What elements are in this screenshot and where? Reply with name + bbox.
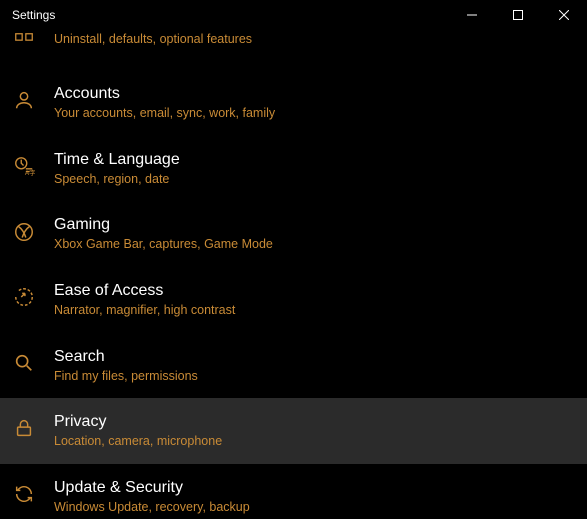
category-subtitle: Find my files, permissions	[54, 369, 198, 385]
window-controls	[449, 0, 587, 30]
xbox-icon	[13, 221, 35, 248]
category-subtitle: Xbox Game Bar, captures, Game Mode	[54, 237, 273, 253]
category-text: Search Find my files, permissions	[54, 347, 198, 385]
category-subtitle: Uninstall, defaults, optional features	[54, 32, 252, 48]
category-title: Ease of Access	[54, 281, 235, 301]
svg-text:A字: A字	[25, 168, 35, 177]
maximize-button[interactable]	[495, 0, 541, 30]
category-text: Update & Security Windows Update, recove…	[54, 478, 250, 516]
category-text: Time & Language Speech, region, date	[54, 150, 180, 188]
category-subtitle: Your accounts, email, sync, work, family	[54, 106, 275, 122]
category-subtitle: Speech, region, date	[54, 172, 180, 188]
category-accounts[interactable]: Accounts Your accounts, email, sync, wor…	[0, 70, 587, 136]
category-text: Uninstall, defaults, optional features	[54, 32, 252, 48]
category-ease-of-access[interactable]: Ease of Access Narrator, magnifier, high…	[0, 267, 587, 333]
apps-icon	[13, 31, 35, 58]
category-title: Gaming	[54, 215, 273, 235]
update-icon	[13, 483, 35, 510]
window-title: Settings	[0, 8, 449, 22]
category-gaming[interactable]: Gaming Xbox Game Bar, captures, Game Mod…	[0, 201, 587, 267]
category-title: Search	[54, 347, 198, 367]
search-icon	[13, 352, 35, 379]
category-search[interactable]: Search Find my files, permissions	[0, 333, 587, 399]
lock-icon	[13, 417, 35, 444]
ease-of-access-icon	[13, 286, 35, 313]
category-text: Accounts Your accounts, email, sync, wor…	[54, 84, 275, 122]
category-subtitle: Narrator, magnifier, high contrast	[54, 303, 235, 319]
category-update-security[interactable]: Update & Security Windows Update, recove…	[0, 464, 587, 519]
category-subtitle: Windows Update, recovery, backup	[54, 500, 250, 516]
category-title: Update & Security	[54, 478, 250, 498]
person-icon	[13, 89, 35, 116]
close-button[interactable]	[541, 0, 587, 30]
category-privacy[interactable]: Privacy Location, camera, microphone	[0, 398, 587, 464]
category-title: Privacy	[54, 412, 222, 432]
category-title: Accounts	[54, 84, 275, 104]
category-subtitle: Location, camera, microphone	[54, 434, 222, 450]
category-apps[interactable]: Uninstall, defaults, optional features	[0, 30, 587, 70]
category-text: Gaming Xbox Game Bar, captures, Game Mod…	[54, 215, 273, 253]
settings-category-list: Uninstall, defaults, optional features A…	[0, 30, 587, 519]
category-title: Time & Language	[54, 150, 180, 170]
category-text: Ease of Access Narrator, magnifier, high…	[54, 281, 235, 319]
category-text: Privacy Location, camera, microphone	[54, 412, 222, 450]
titlebar: Settings	[0, 0, 587, 30]
category-time-language[interactable]: A字 Time & Language Speech, region, date	[0, 136, 587, 202]
minimize-button[interactable]	[449, 0, 495, 30]
time-language-icon: A字	[13, 155, 35, 182]
